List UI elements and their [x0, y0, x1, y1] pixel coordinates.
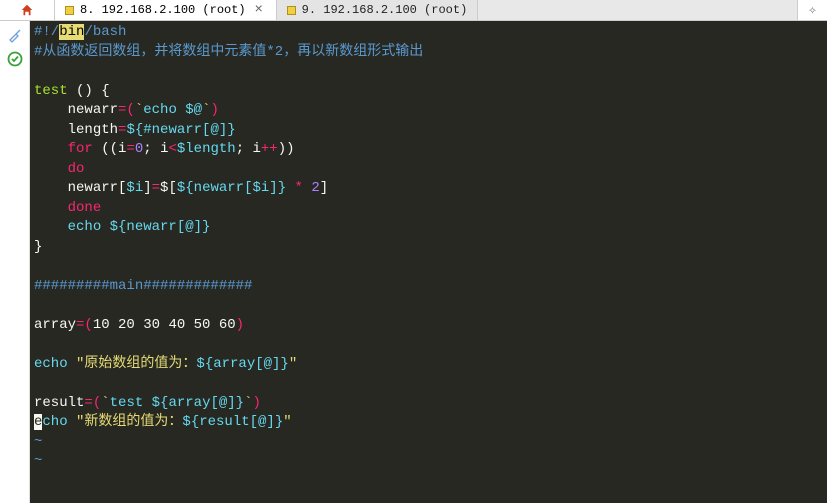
tab-bar: 8. 192.168.2.100 (root) × 9. 192.168.2.1…: [0, 0, 827, 21]
quote: ": [289, 356, 297, 372]
left-gutter: [0, 21, 30, 503]
param-expansion: ${newarr[@]}: [110, 219, 211, 235]
indent: [34, 161, 68, 177]
indent: [34, 180, 68, 196]
section-comment: #########main#############: [34, 278, 252, 294]
echo-kw: cho: [42, 414, 76, 430]
num: 2: [311, 180, 319, 196]
param: ]}: [269, 180, 286, 196]
done-kw: done: [68, 200, 102, 216]
pp: ++: [261, 141, 278, 157]
check-circle-icon[interactable]: [7, 51, 23, 67]
quote: ": [283, 414, 291, 430]
tab-active-label: 8. 192.168.2.100 (root): [80, 3, 246, 17]
indent: [34, 122, 68, 138]
home-icon: [20, 3, 34, 17]
eq: =(: [76, 317, 93, 333]
eq: =(: [84, 395, 101, 411]
bracket: ]: [143, 180, 151, 196]
close-paren: ): [210, 102, 218, 118]
var-name: result: [34, 395, 84, 411]
arith-close: ]: [320, 180, 328, 196]
for-kw: for: [68, 141, 102, 157]
indent: [34, 219, 68, 235]
backtick: `: [101, 395, 109, 411]
shebang-prefix: #!/: [34, 24, 59, 40]
arr-lhs: newarr[: [68, 180, 127, 196]
indent: [34, 200, 68, 216]
eq: =: [126, 141, 134, 157]
do-kw: do: [68, 161, 85, 177]
array-values: 10 20 30 40 50 60: [93, 317, 236, 333]
bin-highlight: bin: [59, 24, 84, 40]
sp: [286, 180, 294, 196]
semi: ;: [143, 141, 160, 157]
var-ref: $i: [252, 180, 269, 196]
arith-open: $[: [160, 180, 177, 196]
backtick: `: [135, 102, 143, 118]
bash-suffix: /bash: [84, 24, 126, 40]
brace: {: [101, 83, 109, 99]
param-expansion: ${result[@]}: [182, 414, 283, 430]
home-tab[interactable]: [0, 0, 55, 20]
echo-kw: echo: [143, 102, 185, 118]
comment-line: #从函数返回数组，并将数组中元素值*2，再以新数组形式输出: [34, 44, 423, 60]
brush-icon[interactable]: [7, 27, 23, 43]
close-icon[interactable]: ×: [252, 2, 266, 18]
echo-kw: echo: [34, 356, 76, 372]
param-expansion: ${#newarr[@]}: [126, 122, 235, 138]
dbl-paren: ((: [101, 141, 118, 157]
close-paren: ): [236, 317, 244, 333]
tab-inactive[interactable]: 9. 192.168.2.100 (root): [277, 0, 479, 20]
lt: <: [168, 141, 176, 157]
dbl-paren: )): [278, 141, 295, 157]
string-text: 原始数组的值为：: [84, 356, 196, 372]
fn-name: test: [34, 83, 76, 99]
var-ref: $@: [185, 102, 202, 118]
close-brace: }: [34, 239, 42, 255]
terminal-icon: [287, 6, 296, 15]
eq: =(: [118, 102, 135, 118]
tab-inactive-label: 9. 192.168.2.100 (root): [302, 3, 468, 17]
indent: [34, 102, 68, 118]
var-name: length: [68, 122, 118, 138]
var-i: i: [253, 141, 261, 157]
terminal-icon: [65, 6, 74, 15]
vim-tilde: ~: [34, 453, 42, 469]
var-ref: $i: [126, 180, 143, 196]
cmd: test: [110, 395, 152, 411]
mul: *: [295, 180, 303, 196]
param-expansion: ${array[@]}: [196, 356, 288, 372]
plus-icon: ✧: [808, 2, 816, 19]
string-text: 新数组的值为：: [84, 414, 182, 430]
var-ref: $length: [177, 141, 236, 157]
var-name: newarr: [68, 102, 118, 118]
echo-kw: echo: [68, 219, 110, 235]
tab-active[interactable]: 8. 192.168.2.100 (root) ×: [55, 0, 277, 20]
indent: [34, 141, 68, 157]
semi: ;: [236, 141, 253, 157]
code-editor[interactable]: #!/bin/bash #从函数返回数组，并将数组中元素值*2，再以新数组形式输…: [30, 21, 827, 503]
param-expansion: ${array[@]}: [152, 395, 244, 411]
close-paren: ): [252, 395, 260, 411]
param: ${newarr[: [177, 180, 253, 196]
var-name: array: [34, 317, 76, 333]
eq: =: [152, 180, 160, 196]
num: 0: [135, 141, 143, 157]
add-tab-button[interactable]: ✧: [797, 0, 827, 20]
workspace: #!/bin/bash #从函数返回数组，并将数组中元素值*2，再以新数组形式输…: [0, 21, 827, 503]
vim-tilde: ~: [34, 434, 42, 450]
paren: (): [76, 83, 101, 99]
